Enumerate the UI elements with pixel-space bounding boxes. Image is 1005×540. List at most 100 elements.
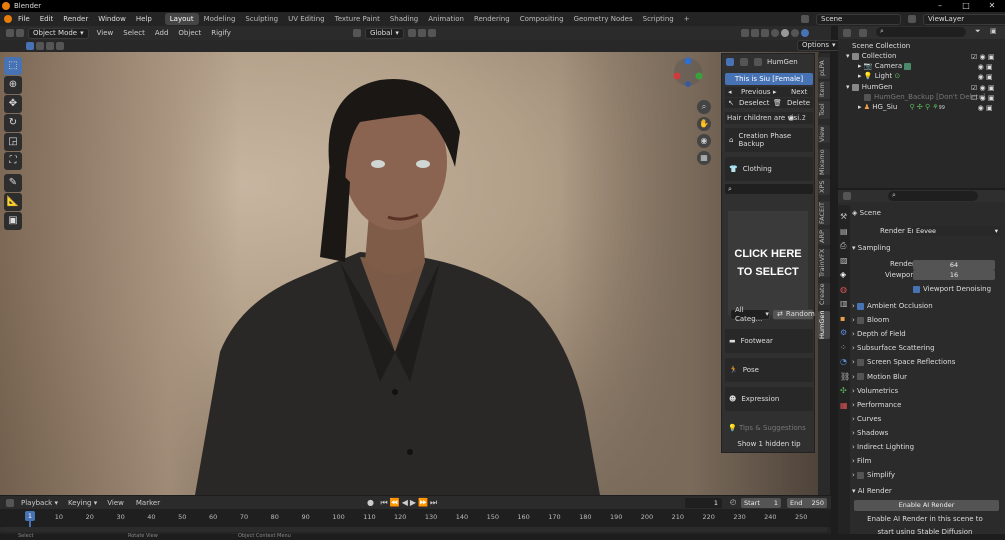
add-workspace-button[interactable]: + <box>679 13 695 25</box>
zoom-icon[interactable]: ⌕ <box>697 100 711 114</box>
outliner-row[interactable]: Scene Collection <box>838 41 1005 51</box>
tab-mixamo[interactable]: Mixamo <box>818 149 830 175</box>
tab-view[interactable]: View <box>818 125 830 143</box>
object-tab-icon[interactable]: ▪ <box>840 312 850 327</box>
visibility-toggle-row[interactable]: ☑ ◉ ▣ <box>971 83 1005 93</box>
viewport-samples-field[interactable]: 16 <box>913 270 995 280</box>
tab-xps[interactable]: XPS <box>818 179 830 195</box>
section-enable-checkbox[interactable] <box>857 316 865 324</box>
creation-backup-section[interactable]: ⌂ Creation Phase Backup <box>725 128 813 152</box>
clothing-search-input[interactable]: ⌕ <box>725 184 813 194</box>
render-engine-dropdown[interactable]: Eevee ▾ <box>913 226 1001 236</box>
timeline-menu-playback[interactable]: Playback ▾ <box>15 499 64 507</box>
properties-section[interactable]: › Bloom <box>852 313 1004 327</box>
snap-icon[interactable] <box>417 29 426 37</box>
render-tab-icon[interactable]: ▤ <box>840 225 850 240</box>
viewport-denoising-row[interactable]: Viewport Denoising <box>913 282 1005 296</box>
ai-render-header[interactable]: ▾ AI Render <box>852 484 1004 498</box>
click-to-select-thumbnail[interactable]: CLICK HERE TO SELECT <box>728 211 808 315</box>
tab-shading[interactable]: Shading <box>385 13 423 25</box>
tab-modeling[interactable]: Modeling <box>199 13 241 25</box>
jump-end-icon[interactable]: ⏭ <box>430 498 439 507</box>
section-enable-checkbox[interactable] <box>857 302 865 310</box>
gizmo-icon[interactable] <box>751 29 759 37</box>
scale-tool-icon[interactable]: ◲ <box>4 133 22 151</box>
add-cube-tool-icon[interactable]: ▣ <box>4 212 22 230</box>
menu-window[interactable]: Window <box>93 15 131 23</box>
menu-help[interactable]: Help <box>131 15 157 23</box>
properties-section[interactable]: › Film <box>852 454 1004 468</box>
visibility-toggle-row[interactable]: ☑ ◉ ▣ <box>971 52 1005 62</box>
enable-ai-render-button[interactable]: Enable AI Render <box>854 500 999 511</box>
timeline-editor-icon[interactable] <box>6 498 14 507</box>
humgen-human-icon[interactable] <box>726 58 734 66</box>
timeline-menu-keying[interactable]: Keying ▾ <box>64 499 101 507</box>
visibility-toggle-row[interactable]: ◉ ▣ <box>971 103 1005 113</box>
tab-scripting[interactable]: Scripting <box>638 13 679 25</box>
constraints-tab-icon[interactable]: ⛓ <box>840 370 850 385</box>
category-dropdown[interactable]: All Categ... ▾ <box>730 306 770 323</box>
rendered-shading-icon[interactable] <box>801 29 809 37</box>
scene-tab-icon[interactable]: ◈ <box>840 268 850 283</box>
move-tool-icon[interactable]: ✥ <box>4 95 22 113</box>
tab-rendering[interactable]: Rendering <box>469 13 515 25</box>
pose-section[interactable]: 🏃 Pose <box>725 358 813 382</box>
physics-tab-icon[interactable]: ◔ <box>840 355 850 370</box>
properties-section[interactable]: › Simplify <box>852 468 1004 482</box>
particles-tab-icon[interactable]: ⁘ <box>840 341 850 356</box>
filter-icon[interactable]: ⏷ <box>975 27 981 36</box>
random-button[interactable]: ⇄ Random <box>772 309 815 320</box>
mode-dropdown[interactable]: Object Mode ▾ <box>28 27 89 39</box>
tab-compositing[interactable]: Compositing <box>515 13 569 25</box>
humgen-outfit-icon[interactable] <box>754 58 762 66</box>
select-extend-icon[interactable] <box>46 42 54 50</box>
select-mode-icon[interactable] <box>16 29 24 37</box>
section-enable-checkbox[interactable] <box>857 358 865 366</box>
previous-arrow-icon[interactable]: ◂ <box>728 87 732 97</box>
properties-section[interactable]: › Depth of Field <box>852 327 1004 341</box>
close-icon[interactable]: ✕ <box>979 0 1005 12</box>
tab-sculpting[interactable]: Sculpting <box>240 13 283 25</box>
properties-section[interactable]: › Indirect Lighting <box>852 440 1004 454</box>
clock-icon[interactable]: ◴ <box>730 498 736 506</box>
tab-tool[interactable]: Tool <box>818 101 830 119</box>
world-tab-icon[interactable]: ◍ <box>840 283 850 298</box>
tab-uv-editing[interactable]: UV Editing <box>283 13 330 25</box>
solid-shading-icon[interactable] <box>781 29 789 37</box>
proportional-edit-icon[interactable] <box>427 29 436 37</box>
clothing-section[interactable]: 👕 Clothing <box>725 157 813 181</box>
next-arrow-icon[interactable]: ▸ <box>773 87 777 97</box>
new-collection-icon[interactable]: ▣ <box>990 27 997 35</box>
viewport-menu-select[interactable]: Select <box>118 29 150 37</box>
timeline-scrollbar[interactable] <box>0 527 828 532</box>
eye-icon[interactable]: ◉ <box>788 112 794 124</box>
play-reverse-icon[interactable]: ◀ <box>402 498 410 507</box>
tab-plpa[interactable]: pLPA <box>818 57 830 79</box>
sampling-header[interactable]: ▾ Sampling <box>852 241 1004 255</box>
properties-section[interactable]: › Subsurface Scattering <box>852 341 1004 355</box>
properties-section[interactable]: › Curves <box>852 412 1004 426</box>
tab-texture-paint[interactable]: Texture Paint <box>330 13 385 25</box>
menu-file[interactable]: File <box>13 15 35 23</box>
output-tab-icon[interactable]: ⎙ <box>840 239 850 254</box>
modifier-tab-icon[interactable]: ⚙ <box>840 326 850 341</box>
viewport-menu-object[interactable]: Object <box>173 29 206 37</box>
properties-section[interactable]: › Performance <box>852 398 1004 412</box>
texture-tab-icon[interactable]: ▦ <box>840 399 850 414</box>
pan-hand-icon[interactable]: ✋ <box>697 117 711 131</box>
select-box-icon[interactable] <box>26 42 34 50</box>
measure-tool-icon[interactable]: 📐 <box>4 193 22 211</box>
timeline-menu-view[interactable]: View <box>101 499 130 507</box>
current-frame-field[interactable]: 1 <box>685 498 722 508</box>
tab-create[interactable]: Create <box>818 283 830 305</box>
end-frame-field[interactable]: End 250 <box>787 498 827 508</box>
next-button[interactable]: Next <box>791 87 807 97</box>
footwear-section[interactable]: ▬ Footwear <box>725 329 813 353</box>
minimize-icon[interactable]: – <box>927 0 953 12</box>
scene-selector[interactable]: Scene <box>816 13 901 25</box>
options-dropdown[interactable]: Options ▾ <box>797 40 841 51</box>
tab-arp[interactable]: ARP <box>818 229 830 245</box>
section-enable-checkbox[interactable] <box>857 373 865 380</box>
material-shading-icon[interactable] <box>791 29 799 37</box>
properties-section[interactable]: › Volumetrics <box>852 384 1004 398</box>
